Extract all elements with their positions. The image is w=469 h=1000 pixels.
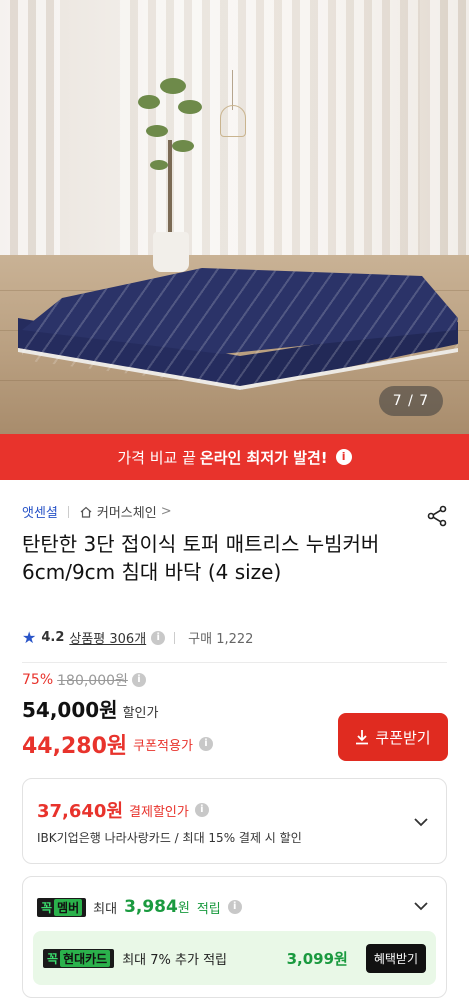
chevron-down-icon[interactable] — [412, 897, 430, 915]
info-icon[interactable]: i — [335, 449, 352, 465]
member-badge-hook: 꼭 — [41, 900, 53, 915]
hyundai-badge-hook: 꼭 — [47, 951, 59, 966]
member-points-unit: 원 — [177, 901, 190, 916]
payment-discount-label: 결제할인가 — [129, 804, 189, 820]
member-points: 3,984 — [124, 897, 178, 917]
chevron-down-icon[interactable] — [412, 813, 430, 831]
member-reward-card[interactable]: 꼭 멤버 최대 3,984원 적립 i 꼭 현대카드 최대 7% 추가 적립 3… — [22, 876, 447, 998]
coupon-download-button[interactable]: 쿠폰받기 — [338, 713, 448, 761]
image-curtain-right — [430, 0, 469, 270]
get-benefit-button[interactable]: 혜택받기 — [365, 943, 426, 973]
image-leaf — [178, 100, 202, 114]
hyundai-card-offer: 꼭 현대카드 최대 7% 추가 적립 3,099원 혜택받기 — [33, 931, 436, 985]
store-name: 커머스체인 — [96, 506, 157, 521]
home-icon — [80, 506, 92, 518]
divider — [174, 631, 176, 644]
chevron-right-icon: > — [160, 504, 172, 519]
image-leaf — [150, 160, 168, 170]
image-leaf — [172, 140, 194, 152]
discount-percent: 75% — [22, 672, 54, 688]
purchase-count: 구매 1,222 — [188, 632, 254, 647]
image-curtain-left — [0, 0, 60, 270]
info-icon[interactable]: i — [151, 630, 166, 645]
image-hanger — [232, 70, 233, 110]
share-icon[interactable] — [425, 504, 449, 528]
rating-score: 4.2 — [41, 630, 65, 645]
info-icon[interactable]: i — [131, 673, 146, 687]
image-plant-pot — [153, 232, 189, 272]
coupon-price: 44,280원 — [22, 734, 128, 759]
info-icon[interactable]: i — [194, 803, 209, 817]
store-link[interactable]: 커머스체인 > — [79, 502, 172, 521]
hyundai-offer-value: 3,099원 — [286, 949, 348, 968]
lowest-price-banner[interactable]: 가격 비교 끝 온라인 최저가 발견! i — [0, 434, 469, 480]
payment-discount-row: 37,640원 결제할인가 i — [37, 797, 209, 823]
download-icon — [356, 730, 369, 745]
info-icon[interactable]: i — [198, 737, 213, 751]
hyundai-offer-message: 최대 7% 추가 적립 — [122, 952, 227, 968]
original-price: 180,000원 — [57, 673, 128, 689]
banner-prefix: 가격 비교 끝 — [117, 448, 196, 467]
member-earn-label: 적립 — [196, 901, 221, 917]
divider — [67, 505, 69, 518]
image-plant-trunk — [168, 140, 172, 235]
sale-price: 54,000원 — [22, 698, 118, 722]
member-max-label: 최대 — [93, 901, 118, 917]
image-hanging-pot — [220, 105, 246, 137]
reviews-link[interactable]: 상품평 306개 — [69, 628, 146, 647]
payment-discount-card[interactable]: 37,640원 결제할인가 i IBK기업은행 나라사랑카드 / 최대 15% … — [22, 778, 447, 864]
image-leaf — [138, 95, 160, 109]
hyundai-badge: 꼭 현대카드 — [43, 948, 115, 968]
discount-row: 75% 180,000원 i — [22, 670, 146, 690]
brand-row: 앳센셜 커머스체인 > — [22, 502, 172, 521]
sale-price-row: 54,000원 할인가 — [22, 694, 158, 723]
image-leaf — [160, 78, 186, 94]
image-leaf — [146, 125, 168, 137]
hyundai-badge-text: 현대카드 — [60, 949, 111, 967]
rating-row: ★ 4.2 상품평 306개 i 구매 1,222 — [22, 628, 253, 647]
section-divider — [22, 662, 447, 663]
sale-price-label: 할인가 — [122, 706, 159, 721]
brand-link[interactable]: 앳센셜 — [22, 502, 58, 521]
payment-discount-description: IBK기업은행 나라사랑카드 / 최대 15% 결제 시 할인 — [37, 831, 302, 845]
info-icon[interactable]: i — [227, 900, 242, 914]
payment-discount-price: 37,640원 — [37, 801, 124, 822]
product-image[interactable]: 7 / 7 — [0, 0, 469, 434]
coupon-price-label: 쿠폰적용가 — [133, 738, 193, 754]
member-badge-text: 멤버 — [54, 898, 83, 916]
banner-highlight: 온라인 최저가 발견! — [199, 448, 328, 467]
member-badge: 꼭 멤버 — [37, 897, 87, 917]
image-counter: 7 / 7 — [379, 386, 443, 416]
star-icon: ★ — [22, 628, 37, 647]
member-reward-row: 꼭 멤버 최대 3,984원 적립 i — [37, 897, 242, 917]
product-title: 탄탄한 3단 접이식 토퍼 매트리스 누빔커버 6cm/9cm 침대 바닥 (4… — [22, 532, 380, 584]
coupon-button-label: 쿠폰받기 — [375, 729, 431, 747]
coupon-price-row: 44,280원 쿠폰적용가 i — [22, 728, 213, 760]
